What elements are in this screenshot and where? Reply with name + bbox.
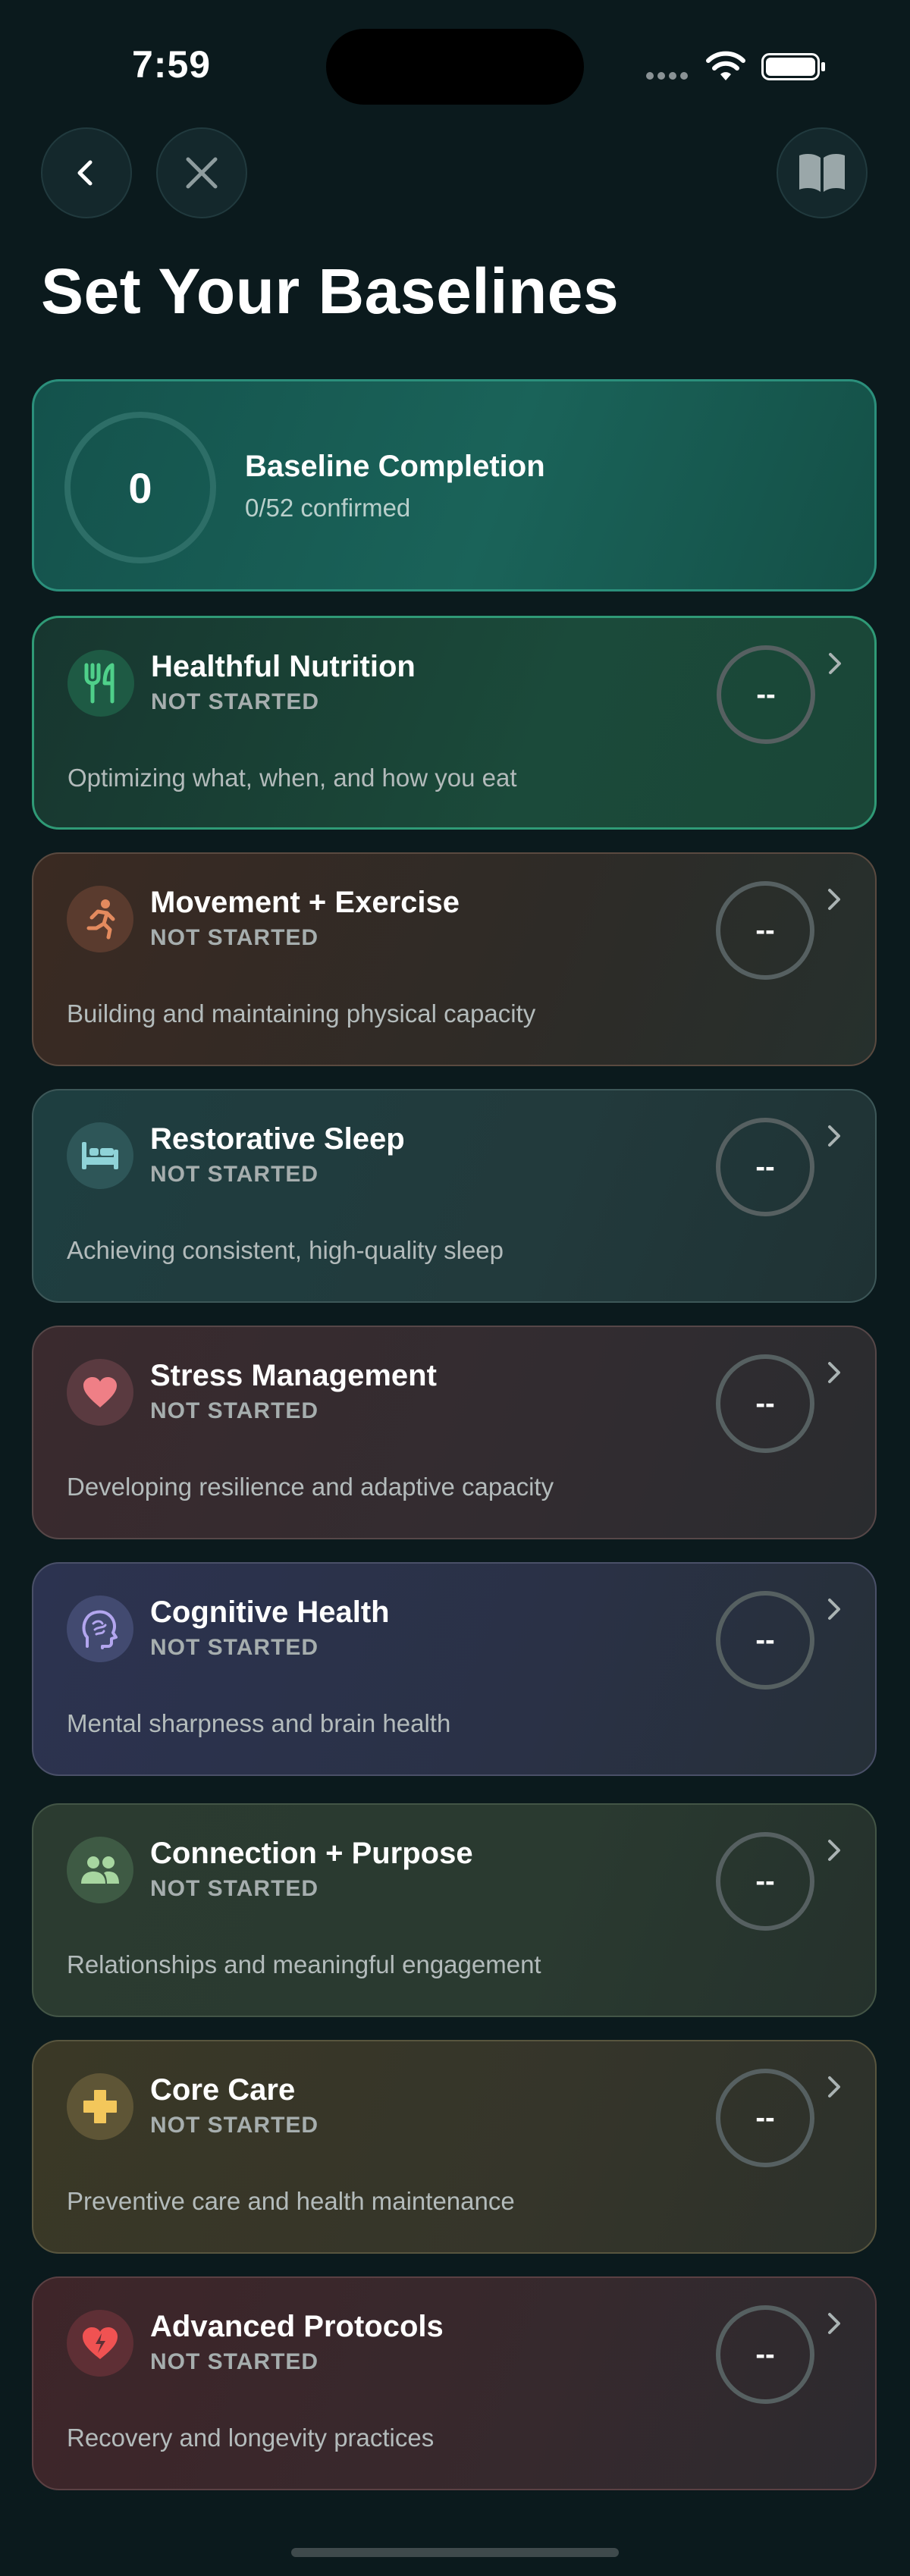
bed-icon — [67, 1122, 133, 1189]
category-score: -- — [755, 1865, 775, 1897]
heart-icon — [67, 1359, 133, 1426]
battery-icon — [761, 53, 825, 80]
category-card-nutrition[interactable]: Healthful Nutrition NOT STARTED Optimizi… — [32, 616, 877, 830]
running-icon — [67, 886, 133, 952]
category-score: -- — [755, 914, 775, 946]
category-description: Recovery and longevity practices — [67, 2424, 435, 2452]
page-title: Set Your Baselines — [41, 256, 620, 327]
status-time: 7:59 — [132, 43, 212, 86]
category-status: NOT STARTED — [150, 1635, 319, 1660]
category-score-ring: -- — [716, 2069, 814, 2167]
category-card-advanced-protocols[interactable]: Advanced Protocols NOT STARTED Recovery … — [32, 2276, 877, 2490]
category-score-ring: -- — [716, 1354, 814, 1453]
heart-bolt-icon — [67, 2310, 133, 2377]
category-score-ring: -- — [717, 645, 815, 744]
chevron-left-icon — [77, 160, 93, 186]
category-score-ring: -- — [716, 1832, 814, 1931]
category-status: NOT STARTED — [150, 2349, 319, 2374]
chevron-right-icon — [828, 1125, 840, 1147]
category-score: -- — [755, 1150, 775, 1183]
category-status: NOT STARTED — [150, 1162, 319, 1187]
wifi-icon — [706, 51, 745, 80]
fork-knife-icon — [67, 650, 134, 717]
category-description: Preventive care and health maintenance — [67, 2187, 515, 2215]
completion-subtitle: 0/52 confirmed — [245, 494, 411, 522]
category-card-movement[interactable]: Movement + Exercise NOT STARTED Building… — [32, 852, 877, 1066]
category-title: Stress Management — [150, 1359, 437, 1392]
category-title: Cognitive Health — [150, 1595, 390, 1629]
category-card-sleep[interactable]: Restorative Sleep NOT STARTED Achieving … — [32, 1089, 877, 1303]
category-score-ring: -- — [716, 1118, 814, 1216]
category-title: Movement + Exercise — [150, 886, 460, 919]
chevron-right-icon — [828, 889, 840, 910]
chevron-right-icon — [828, 1599, 840, 1620]
brain-icon — [67, 1595, 133, 1662]
category-status: NOT STARTED — [150, 2113, 319, 2138]
chevron-right-icon — [828, 2313, 840, 2334]
completion-value: 0 — [128, 463, 152, 512]
back-button[interactable] — [41, 127, 132, 218]
category-status: NOT STARTED — [150, 1876, 319, 1901]
cellular-signal-icon — [646, 70, 692, 80]
dynamic-island — [326, 29, 584, 105]
category-description: Developing resilience and adaptive capac… — [67, 1473, 554, 1501]
chevron-right-icon — [829, 653, 841, 674]
people-icon — [67, 1837, 133, 1903]
category-description: Building and maintaining physical capaci… — [67, 999, 536, 1028]
category-card-cognitive[interactable]: Cognitive Health NOT STARTED Mental shar… — [32, 1562, 877, 1776]
category-card-connection[interactable]: Connection + Purpose NOT STARTED Relatio… — [32, 1803, 877, 2017]
completion-title: Baseline Completion — [245, 450, 545, 483]
close-icon — [186, 157, 218, 189]
chevron-right-icon — [828, 2076, 840, 2098]
category-title: Connection + Purpose — [150, 1837, 473, 1870]
category-score: -- — [755, 2338, 775, 2370]
category-status: NOT STARTED — [150, 1398, 319, 1423]
baseline-completion-card: 0 Baseline Completion 0/52 confirmed — [32, 379, 877, 591]
category-description: Achieving consistent, high-quality sleep — [67, 1236, 504, 1264]
category-status: NOT STARTED — [151, 689, 320, 714]
category-title: Core Care — [150, 2073, 296, 2107]
category-score: -- — [755, 2101, 775, 2134]
category-score-ring: -- — [716, 1591, 814, 1690]
category-status: NOT STARTED — [150, 925, 319, 950]
category-description: Mental sharpness and brain health — [67, 1709, 451, 1737]
category-description: Optimizing what, when, and how you eat — [67, 764, 517, 792]
category-score-ring: -- — [716, 881, 814, 980]
completion-ring: 0 — [64, 412, 216, 563]
chevron-right-icon — [828, 1362, 840, 1383]
category-description: Relationships and meaningful engagement — [67, 1950, 541, 1978]
category-card-stress[interactable]: Stress Management NOT STARTED Developing… — [32, 1326, 877, 1539]
plus-cross-icon — [67, 2073, 133, 2140]
book-icon — [799, 154, 845, 192]
category-title: Healthful Nutrition — [151, 650, 416, 683]
category-score-ring: -- — [716, 2305, 814, 2404]
chevron-right-icon — [828, 1840, 840, 1861]
status-bar: 7:59 — [0, 0, 910, 114]
guide-book-button[interactable] — [777, 127, 868, 218]
category-score: -- — [756, 678, 776, 711]
category-score: -- — [755, 1624, 775, 1656]
category-score: -- — [755, 1387, 775, 1420]
home-indicator[interactable] — [291, 2548, 619, 2557]
category-card-core-care[interactable]: Core Care NOT STARTED Preventive care an… — [32, 2040, 877, 2254]
category-title: Restorative Sleep — [150, 1122, 405, 1156]
category-title: Advanced Protocols — [150, 2310, 444, 2343]
close-button[interactable] — [156, 127, 247, 218]
